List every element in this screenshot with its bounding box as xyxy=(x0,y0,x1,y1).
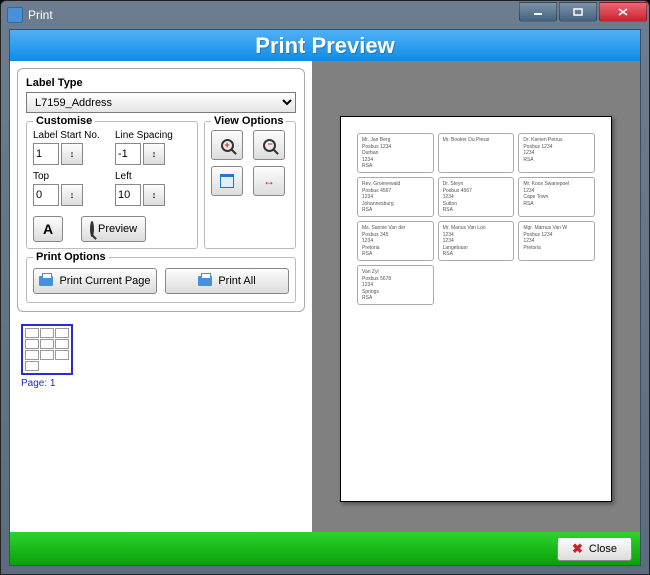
zoom-in-icon xyxy=(221,139,234,152)
thumbnail-strip: Page: 1 xyxy=(17,320,305,393)
fit-width-icon: ↔ xyxy=(263,174,275,188)
print-current-button[interactable]: Print Current Page xyxy=(33,268,157,294)
address-label: Dr. SteynPosbus 45671234SuttonRSA xyxy=(438,177,515,217)
thumbnail-label: Page: 1 xyxy=(21,378,301,389)
printer-icon xyxy=(39,276,53,286)
preview-button[interactable]: Preview xyxy=(81,216,146,242)
top-label: Top xyxy=(33,171,109,182)
font-button[interactable]: A xyxy=(33,216,63,242)
address-label: Dr. Kierien PetrusPosbus 12341234RSA xyxy=(518,133,595,173)
print-options-legend: Print Options xyxy=(33,251,109,263)
label-start-label: Label Start No. xyxy=(33,130,109,141)
line-spacing-input[interactable] xyxy=(115,143,141,165)
window-title: Print xyxy=(28,8,53,22)
zoom-out-button[interactable] xyxy=(253,130,285,160)
label-start-input[interactable] xyxy=(33,143,59,165)
app-icon xyxy=(7,7,23,23)
address-label: Ms. Sannie Van derPosbus 3451234Pretoria… xyxy=(357,221,434,261)
preview-panel[interactable]: Mr. Jan BergPosbus 1234Durban1234RSAMr. … xyxy=(312,61,640,532)
controls-panel: Label Type L7159_Address Customise Label… xyxy=(10,61,312,532)
client-area: Print Preview Label Type L7159_Address C… xyxy=(9,29,641,566)
page-view-button[interactable] xyxy=(211,166,243,196)
magnifier-icon xyxy=(90,223,94,235)
preview-page: Mr. Jan BergPosbus 1234Durban1234RSAMr. … xyxy=(340,116,612,502)
top-spinner[interactable]: ↕ xyxy=(61,184,83,206)
address-label: Mr. Booker Du Plessi xyxy=(438,133,515,173)
print-options-group: Print Options Print Current Page Print A… xyxy=(26,257,296,303)
address-label: Mr. Jan BergPosbus 1234Durban1234RSA xyxy=(357,133,434,173)
address-label: Van ZylPosbus 56781234SpringsRSA xyxy=(357,265,434,305)
label-type-label: Label Type xyxy=(26,77,296,89)
top-input[interactable] xyxy=(33,184,59,206)
window-close-button[interactable] xyxy=(599,2,647,22)
titlebar[interactable]: Print xyxy=(1,1,649,29)
zoom-in-button[interactable] xyxy=(211,130,243,160)
customise-group: Customise Label Start No. ↕ xyxy=(26,121,198,249)
left-label: Left xyxy=(115,171,191,182)
address-label: Mr. Manus Van Loo12341234LangebaanRSA xyxy=(438,221,515,261)
left-input[interactable] xyxy=(115,184,141,206)
view-options-group: View Options ↔ xyxy=(204,121,296,249)
close-button[interactable]: ✖ Close xyxy=(557,537,632,561)
address-label: Rev. GroenewaldPosbus 45671234Johannesbu… xyxy=(357,177,434,217)
zoom-out-icon xyxy=(263,139,276,152)
fit-width-button[interactable]: ↔ xyxy=(253,166,285,196)
line-spacing-label: Line Spacing xyxy=(115,130,191,141)
printer-icon xyxy=(198,276,212,286)
label-start-spinner[interactable]: ↕ xyxy=(61,143,83,165)
page-icon xyxy=(220,174,234,188)
page-title: Print Preview xyxy=(10,30,640,61)
address-label: Mgr. Marnus Van WPosbus 12341234Pretoria xyxy=(518,221,595,261)
customise-legend: Customise xyxy=(33,115,95,127)
print-all-button[interactable]: Print All xyxy=(165,268,289,294)
label-type-select[interactable]: L7159_Address xyxy=(26,92,296,113)
minimize-button[interactable] xyxy=(519,2,557,22)
line-spacing-spinner[interactable]: ↕ xyxy=(143,143,165,165)
page-thumbnail[interactable] xyxy=(21,324,73,375)
print-window: Print Print Preview Label Type L7159_Add… xyxy=(0,0,650,575)
close-icon: ✖ xyxy=(572,541,583,557)
left-spinner[interactable]: ↕ xyxy=(143,184,165,206)
view-options-legend: View Options xyxy=(211,115,286,127)
footer-bar: ✖ Close xyxy=(10,532,640,565)
address-label: Mr. Koos Swanepoel1234Cape TownRSA xyxy=(518,177,595,217)
maximize-button[interactable] xyxy=(559,2,597,22)
